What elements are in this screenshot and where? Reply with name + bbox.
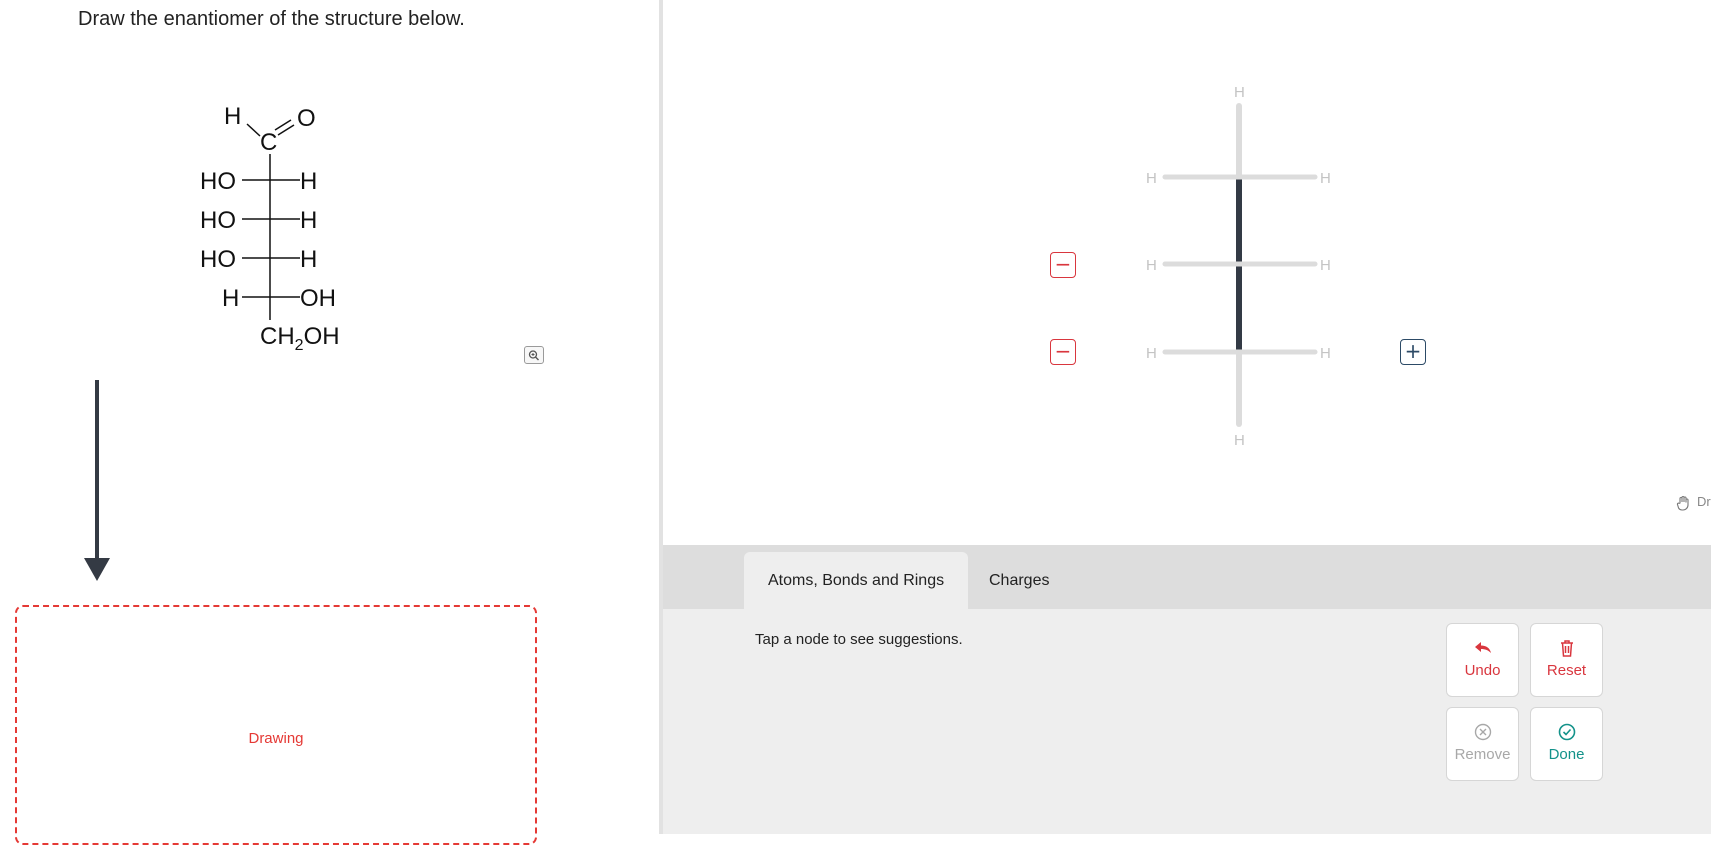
magnifier-icon <box>528 350 539 361</box>
reset-button[interactable]: Reset <box>1530 623 1603 697</box>
canvas-top-h[interactable]: H <box>1234 84 1245 101</box>
done-button[interactable]: Done <box>1530 707 1603 781</box>
canvas-row-3-right[interactable]: H <box>1320 345 1331 362</box>
zoom-structure-button[interactable] <box>524 346 544 364</box>
row-4-left: H <box>222 285 239 312</box>
fischer-projection: H C O HO H HO H HO H H OH CH2OH <box>200 103 340 354</box>
undo-label: Undo <box>1464 662 1501 679</box>
canvas-row-3-left[interactable]: H <box>1146 345 1157 362</box>
canvas-row-1-right[interactable]: H <box>1320 170 1331 187</box>
canvas-row-2-left[interactable]: H <box>1146 257 1157 274</box>
trash-icon <box>1560 640 1573 657</box>
drag-hint[interactable]: Dr <box>1675 494 1711 512</box>
reset-label: Reset <box>1546 662 1587 679</box>
bottom-ch: CH <box>260 323 295 350</box>
toolbox-panel: Tap a node to see suggestions. Undo Rese… <box>663 609 1711 834</box>
drag-hint-label: Dr <box>1697 494 1711 510</box>
drawing-canvas[interactable]: H H H H H H H H <box>663 0 1711 545</box>
bond-c-h <box>246 123 261 137</box>
done-label: Done <box>1548 746 1585 763</box>
check-circle-icon <box>1558 723 1575 741</box>
add-row-button[interactable]: + <box>1400 339 1426 365</box>
row-2-left: HO <box>200 207 236 234</box>
row-1-right: H <box>300 168 317 195</box>
question-panel: Draw the enantiomer of the structure bel… <box>0 0 659 845</box>
remove-row-2-button[interactable]: − <box>1050 252 1076 278</box>
drawing-label: Drawing <box>248 730 304 747</box>
remove-button[interactable]: Remove <box>1446 707 1519 781</box>
bottom-oh: OH <box>304 323 340 350</box>
undo-button[interactable]: Undo <box>1446 623 1519 697</box>
bottom-subscript: 2 <box>295 337 304 354</box>
undo-icon <box>1474 642 1491 653</box>
row-4-right: OH <box>300 285 336 312</box>
canvas-row-1-left[interactable]: H <box>1146 170 1157 187</box>
drawing-answer-box[interactable]: Drawing <box>15 605 537 845</box>
remove-row-3-button[interactable]: − <box>1050 339 1076 365</box>
tab-atoms-bonds-rings[interactable]: Atoms, Bonds and Rings <box>744 552 969 609</box>
toolbox-tabbar: Atoms, Bonds and Rings Charges <box>663 545 1711 609</box>
aldehyde-o-label: O <box>297 105 316 132</box>
canvas-row-2-right[interactable]: H <box>1320 257 1331 274</box>
remove-label: Remove <box>1454 746 1511 763</box>
aldehyde-c-label: C <box>260 129 277 156</box>
suggestion-hint: Tap a node to see suggestions. <box>755 631 963 648</box>
aldehyde-h-label: H <box>224 103 241 130</box>
hand-icon <box>1676 495 1689 511</box>
question-prompt: Draw the enantiomer of the structure bel… <box>78 8 465 30</box>
tab-charges[interactable]: Charges <box>965 552 1073 609</box>
sketcher-panel: H H H H H H H H − − + Dr Atoms, Bonds an… <box>663 0 1711 834</box>
row-3-left: HO <box>200 246 236 273</box>
down-arrow-icon <box>84 380 110 581</box>
bottom-group-label: CH2OH <box>260 323 340 354</box>
row-1-left: HO <box>200 168 236 195</box>
canvas-bottom-h[interactable]: H <box>1234 432 1245 449</box>
remove-x-circle-icon <box>1474 723 1491 741</box>
row-2-right: H <box>300 207 317 234</box>
row-3-right: H <box>300 246 317 273</box>
